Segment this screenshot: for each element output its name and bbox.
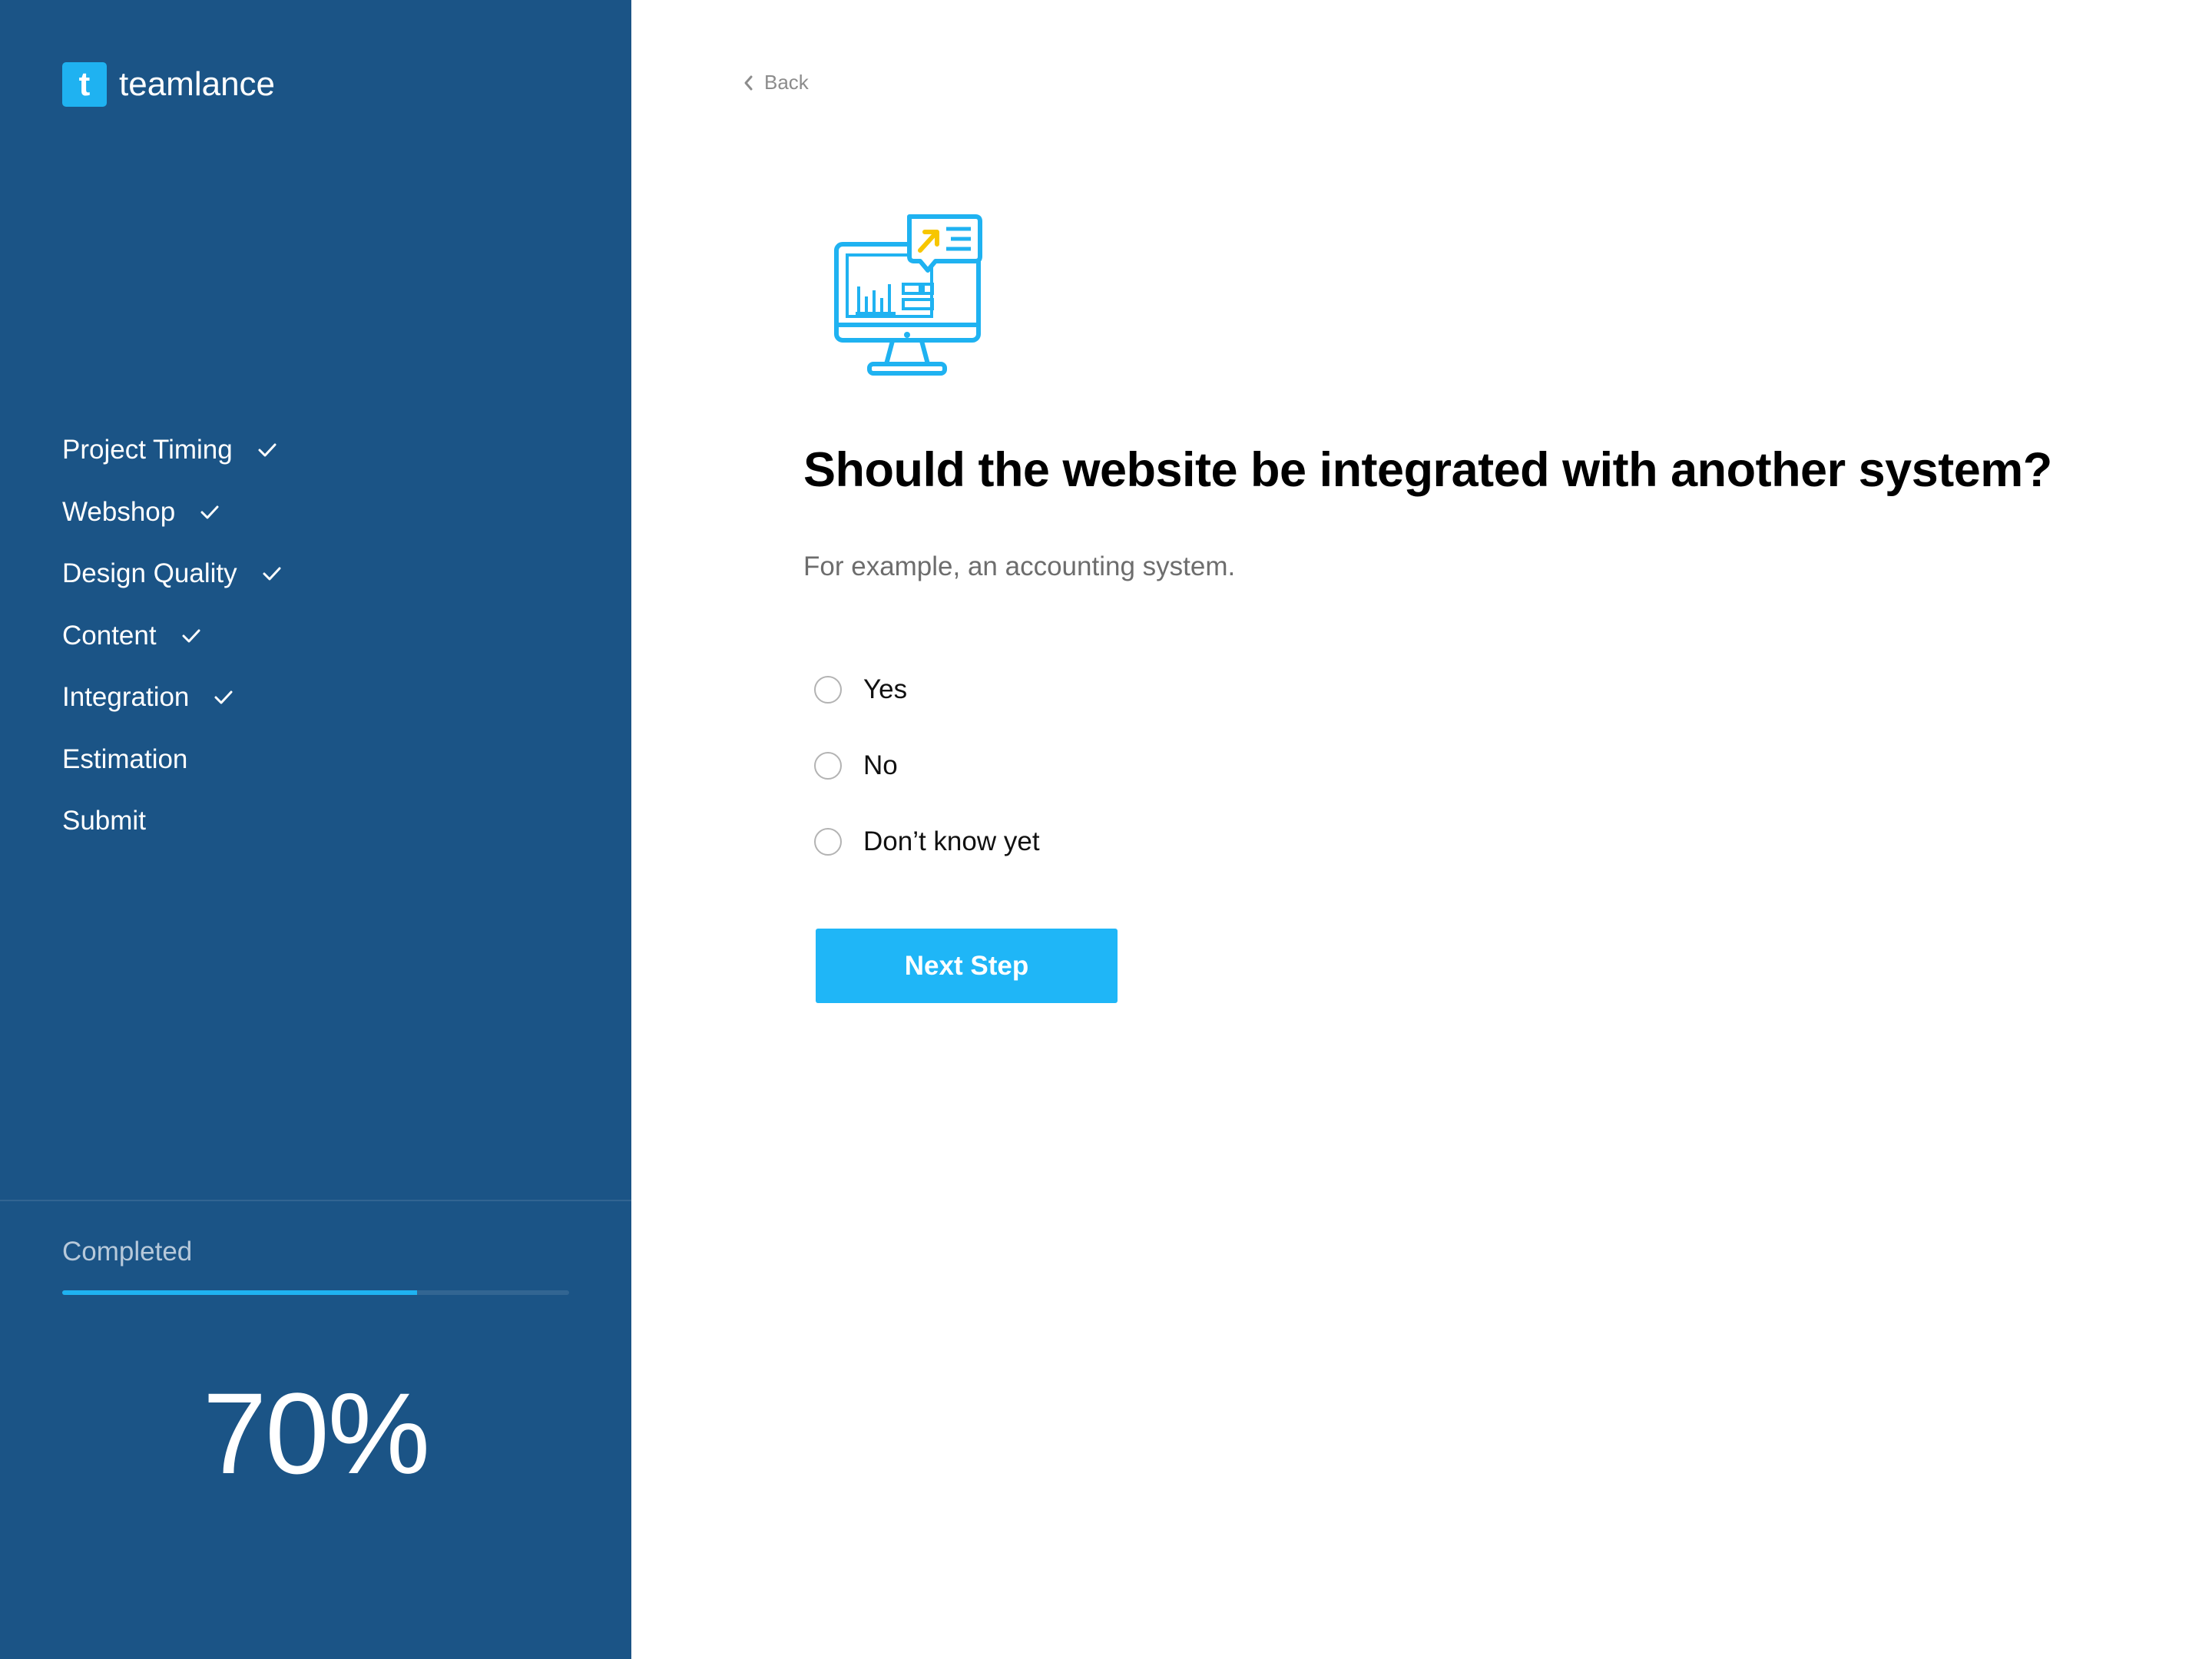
completion-percent: 70% (202, 1369, 430, 1498)
chevron-left-icon (744, 75, 753, 90)
option-dont-know-yet[interactable]: Don’t know yet (814, 803, 1040, 879)
step-label: Webshop (62, 496, 176, 527)
radio-button[interactable] (814, 675, 842, 704)
answer-options: Yes No Don’t know yet (814, 651, 1040, 879)
step-webshop[interactable]: Webshop (62, 482, 283, 544)
checkmark-icon (214, 690, 233, 704)
step-label: Integration (62, 682, 190, 713)
monitor-analytics-icon (834, 214, 982, 376)
step-label: Estimation (62, 743, 188, 774)
option-no[interactable]: No (814, 727, 1040, 803)
completed-label: Completed (62, 1237, 193, 1267)
question-title: Should the website be integrated with an… (803, 443, 2052, 497)
radio-button[interactable] (814, 751, 842, 780)
step-label: Design Quality (62, 558, 237, 589)
step-estimation[interactable]: Estimation (62, 729, 283, 791)
teamlance-logo-icon: t (62, 62, 107, 107)
step-label: Submit (62, 806, 146, 836)
step-integration[interactable]: Integration (62, 667, 283, 729)
back-label: Back (764, 71, 809, 94)
main-panel: Back Should the website be integrated wi… (631, 0, 2212, 1659)
checkmark-icon (200, 505, 219, 519)
option-label: No (863, 750, 898, 780)
progress-fill (62, 1290, 417, 1295)
logo-letter: t (78, 65, 91, 103)
checkmark-icon (263, 567, 281, 581)
progress-bar (62, 1290, 569, 1295)
steps-list: Project Timing Webshop Design Quality Co… (62, 419, 283, 853)
option-label: Don’t know yet (863, 826, 1040, 856)
brand-name: teamlance (119, 65, 276, 103)
step-design-quality[interactable]: Design Quality (62, 543, 283, 605)
radio-button[interactable] (814, 827, 842, 856)
back-link[interactable]: Back (743, 71, 809, 94)
option-yes[interactable]: Yes (814, 651, 1040, 727)
question-hint: For example, an accounting system. (803, 551, 1236, 581)
checkmark-icon (258, 443, 276, 457)
checkmark-icon (182, 629, 200, 643)
step-content[interactable]: Content (62, 605, 283, 667)
step-project-timing[interactable]: Project Timing (62, 419, 283, 482)
step-submit[interactable]: Submit (62, 790, 283, 853)
option-label: Yes (863, 674, 908, 704)
next-step-button[interactable]: Next Step (816, 929, 1118, 1003)
step-label: Content (62, 620, 157, 651)
sidebar-divider (0, 1200, 631, 1201)
brand-logo[interactable]: t teamlance (62, 61, 275, 108)
step-label: Project Timing (62, 435, 233, 465)
sidebar: t teamlance Project Timing Webshop Desig… (0, 0, 631, 1659)
